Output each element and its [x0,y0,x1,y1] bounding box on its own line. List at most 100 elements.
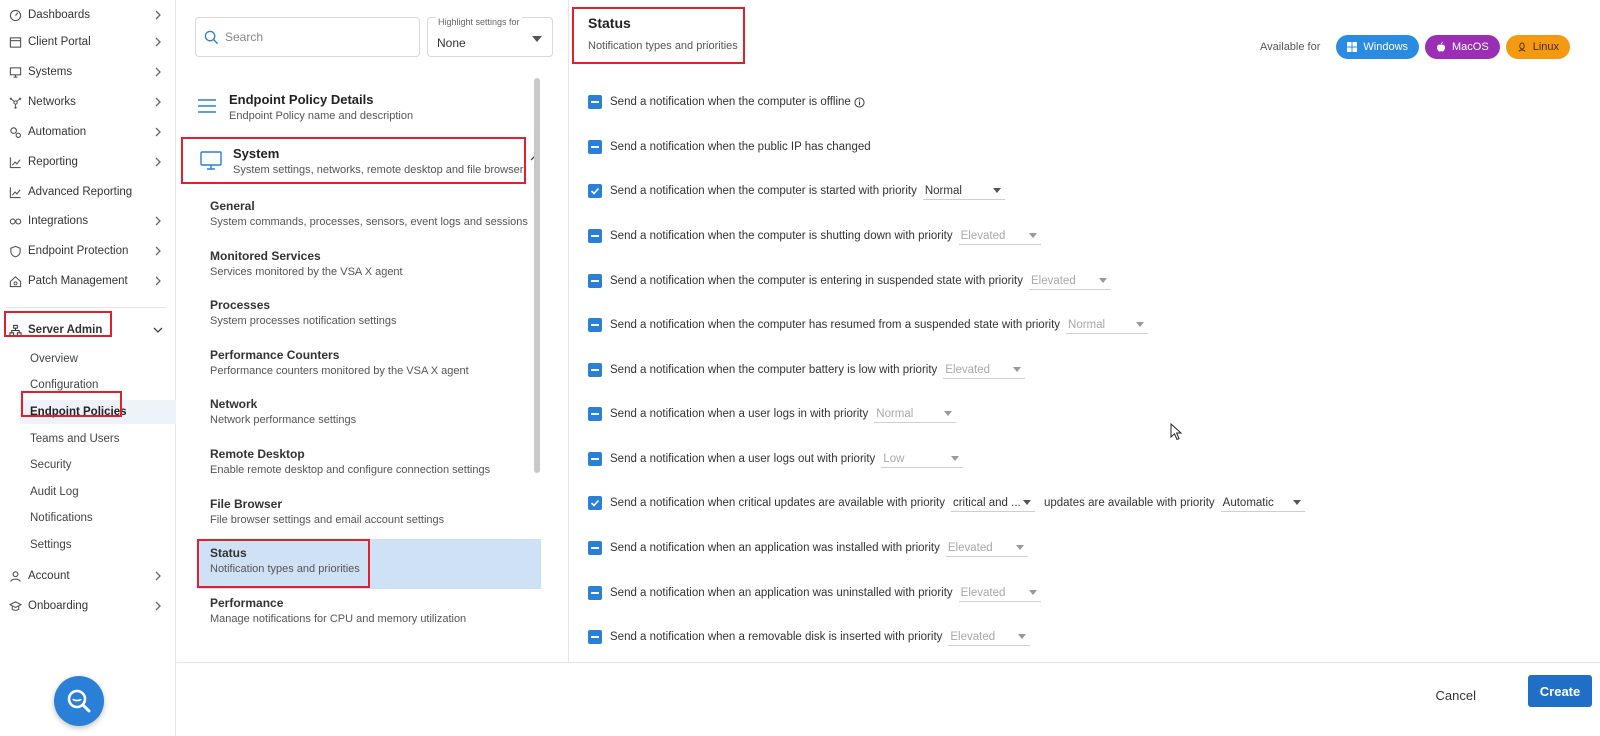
checkbox-partial[interactable] [588,318,602,332]
graduation-icon [8,599,22,613]
category-general[interactable]: General System commands, processes, sens… [197,192,547,238]
nav-item-account[interactable]: Account [0,561,176,591]
setting-text: Send a notification when an application … [610,587,953,599]
caret-down-icon [944,411,953,416]
priority-value: Elevated [950,630,996,643]
checkbox-checked[interactable] [588,496,602,510]
nav-item-systems[interactable]: Systems [0,57,176,87]
subnav-settings[interactable]: Settings [20,533,176,557]
checkbox-partial[interactable] [588,630,602,644]
category-performance-counters[interactable]: Performance Counters Performance counter… [197,341,547,387]
checkbox-checked[interactable] [588,184,602,198]
nav-item-reporting[interactable]: Reporting [0,147,176,177]
setting-row-removable-disk: Send a notification when a removable dis… [588,627,1031,647]
priority-select-user-logs-in[interactable]: Normal [874,405,957,423]
caret-down-icon [1098,278,1107,283]
priority-select-shutting-down[interactable]: Elevated [958,227,1041,245]
priority-select-updates[interactable]: Automatic [1220,494,1305,512]
nav-item-onboarding[interactable]: Onboarding [0,591,176,621]
priority-select-battery-low[interactable]: Elevated [943,361,1026,379]
setting-text: Send a notification when the computer is… [610,96,851,108]
priority-value: Normal [876,407,914,420]
caret-down-icon [532,36,542,42]
info-icon[interactable] [854,96,865,108]
chevron-right-icon [152,126,164,138]
nav-label: Patch Management [28,275,128,287]
update-category-select[interactable]: critical and ... [950,494,1035,512]
network-icon [8,95,22,109]
subnav-endpoint-policies[interactable]: Endpoint Policies [20,400,176,424]
highlight-settings-select[interactable]: Highlight settings for None [427,17,553,57]
windows-icon [1347,42,1358,52]
nav-item-advanced-reporting[interactable]: Advanced Reporting [0,177,176,207]
priority-select-resumed[interactable]: Normal [1066,316,1149,334]
setting-text: Send a notification when an application … [610,542,940,554]
checkbox-partial[interactable] [588,140,602,154]
section-endpoint-policy-details[interactable]: Endpoint Policy Details Endpoint Policy … [195,92,545,124]
policy-sections-panel: Highlight settings for None Endpoint Pol… [177,0,569,662]
category-monitored-services[interactable]: Monitored Services Services monitored by… [197,242,547,288]
cancel-button[interactable]: Cancel [1436,688,1476,703]
priority-select-app-uninstalled[interactable]: Elevated [958,584,1041,602]
category-processes[interactable]: Processes System processes notification … [197,291,547,337]
chevron-right-icon [152,215,164,227]
section-system[interactable]: System System settings, networks, remote… [199,146,549,178]
search-input[interactable] [225,30,405,44]
checkbox-partial[interactable] [588,274,602,288]
setting-row-battery-low: Send a notification when the computer ba… [588,360,1026,380]
priority-select-removable-disk[interactable]: Elevated [948,628,1031,646]
checkbox-partial[interactable] [588,229,602,243]
platform-badge-windows: Windows [1336,35,1420,59]
create-button[interactable]: Create [1528,675,1592,707]
nav-item-endpoint-protection[interactable]: Endpoint Protection [0,236,176,266]
subnav-audit-log[interactable]: Audit Log [20,480,176,504]
subnav-overview[interactable]: Overview [20,347,176,371]
priority-select-suspended[interactable]: Elevated [1028,272,1111,290]
setting-row-suspended: Send a notification when the computer is… [588,271,1111,291]
nav-item-networks[interactable]: Networks [0,87,176,117]
priority-select-user-logs-out[interactable]: Low [881,450,964,468]
section-desc: Endpoint Policy name and description [229,110,414,122]
category-network[interactable]: Network Network performance settings [197,390,547,436]
checkbox-partial[interactable] [588,407,602,421]
server-icon [8,323,22,337]
platform-badge-linux: Linux [1505,35,1570,59]
priority-select-started[interactable]: Normal [922,182,1005,200]
nav-item-dashboards[interactable]: Dashboards [0,0,176,30]
checkbox-partial[interactable] [588,452,602,466]
setting-row-offline: Send a notification when the computer is… [588,92,865,112]
scrollbar[interactable] [534,78,540,473]
help-search-button[interactable] [54,676,104,726]
setting-row-public-ip: Send a notification when the public IP h… [588,137,871,157]
nav-item-server-admin[interactable]: Server Admin [0,315,176,345]
checkbox-partial[interactable] [588,541,602,555]
category-performance[interactable]: Performance Manage notifications for CPU… [197,589,547,635]
checkbox-partial[interactable] [588,363,602,377]
subnav-security[interactable]: Security [20,453,176,477]
category-status[interactable]: Status Notification types and priorities [197,539,541,589]
available-for-label: Available for [1260,41,1321,53]
subnav-configuration[interactable]: Configuration [20,373,176,397]
mouse-cursor-icon [1170,423,1183,441]
status-settings-panel: Status Notification types and priorities… [570,0,1600,662]
priority-value: Normal [924,184,962,197]
nav-label: Dashboards [28,9,91,21]
subnav-notifications[interactable]: Notifications [20,506,176,530]
nav-item-patch-management[interactable]: Patch Management [0,266,176,296]
priority-value: Elevated [1030,274,1076,287]
category-desc: File browser settings and email account … [210,514,445,526]
home-gear-icon [8,274,22,288]
priority-value: Elevated [960,586,1006,599]
nav-item-client-portal[interactable]: Client Portal [0,27,176,57]
nav-item-automation[interactable]: Automation [0,117,176,147]
search-box[interactable] [195,17,420,57]
category-file-browser[interactable]: File Browser File browser settings and e… [197,490,547,536]
checkbox-partial[interactable] [588,95,602,109]
setting-row-started: Send a notification when the computer is… [588,181,1005,201]
section-desc: System settings, networks, remote deskto… [233,164,524,176]
priority-select-app-installed[interactable]: Elevated [945,539,1028,557]
nav-item-integrations[interactable]: Integrations [0,206,176,236]
category-remote-desktop[interactable]: Remote Desktop Enable remote desktop and… [197,440,547,486]
checkbox-partial[interactable] [588,586,602,600]
subnav-teams-and-users[interactable]: Teams and Users [20,427,176,451]
